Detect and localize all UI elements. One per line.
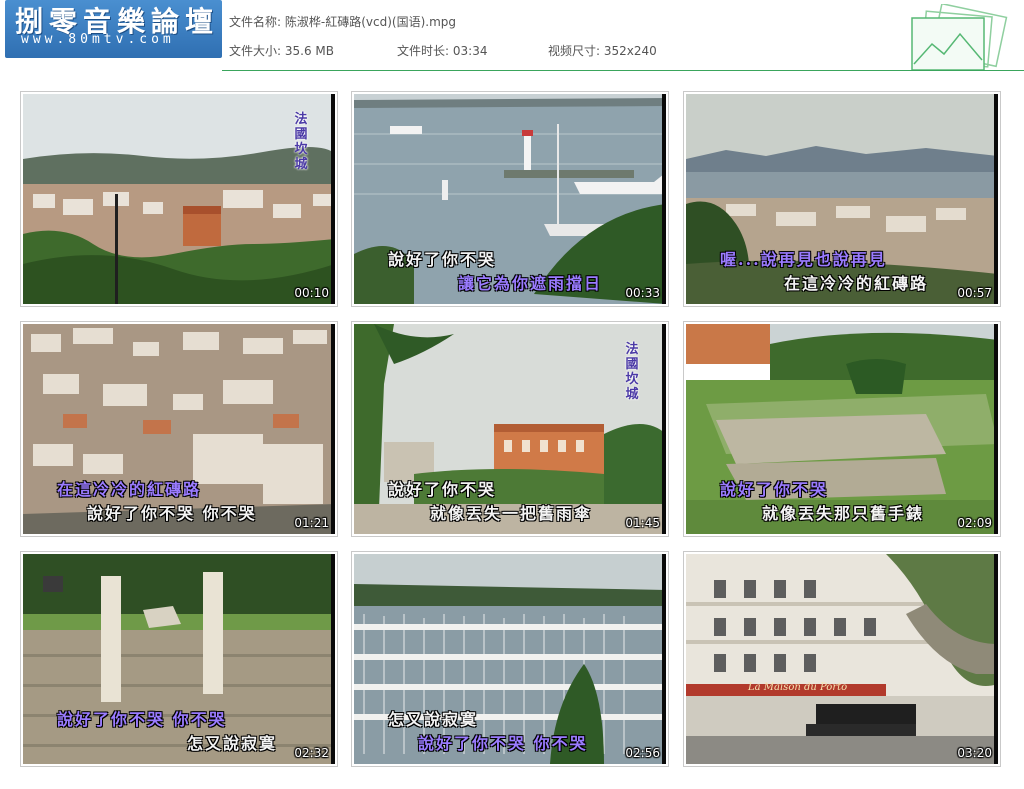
frame-edge: [331, 554, 335, 764]
video-frame: 法國坎城 說好了你不哭 就像丟失一把舊雨傘 01:45: [354, 324, 666, 534]
video-frame: 在這冷冷的紅磚路 說好了你不哭 你不哭 01:21: [23, 324, 335, 534]
thumbnail-2[interactable]: 說好了你不哭 讓它為你遮雨擋日 00:33: [351, 91, 669, 307]
thumbnail-1[interactable]: 法國坎城 00:10: [20, 91, 338, 307]
timecode: 01:45: [625, 516, 660, 530]
photo-stack-icon: [911, 4, 1008, 70]
header-divider: [222, 70, 1024, 71]
timecode: 02:09: [957, 516, 992, 530]
duration-label: 文件时长:: [397, 44, 450, 58]
subtitle-line-2: 說好了你不哭 你不哭: [87, 504, 257, 523]
forum-logo: 捌零音樂論壇 www.80mtv.com: [5, 0, 222, 58]
subtitle-line-2: 就像丟失一把舊雨傘: [430, 504, 593, 523]
file-name-label: 文件名称:: [229, 15, 282, 29]
file-info-header: 捌零音樂論壇 www.80mtv.com 文件名称: 陈淑桦-紅磚路(vcd)(…: [0, 0, 1024, 72]
duration-value: 03:34: [452, 44, 488, 58]
thumbnail-3[interactable]: 喔...說再見也說再見 在這冷冷的紅磚路 00:57: [683, 91, 1001, 307]
thumbnail-9[interactable]: La Maison du Porto 03:20: [683, 551, 1001, 767]
subtitle-line-1: 怎又說寂寞: [388, 710, 479, 729]
shop-sign: La Maison du Porto: [748, 682, 848, 693]
thumbnail-8[interactable]: 怎又說寂寞 說好了你不哭 你不哭 02:56: [351, 551, 669, 767]
location-caption: 法國坎城: [625, 342, 639, 402]
thumbnail-4[interactable]: 在這冷冷的紅磚路 說好了你不哭 你不哭 01:21: [20, 321, 338, 537]
dimensions-value: 352x240: [603, 44, 657, 58]
video-frame: La Maison du Porto 03:20: [686, 554, 998, 764]
subtitle-line-1: 說好了你不哭: [388, 250, 497, 269]
file-size-value: 35.6 MB: [284, 44, 334, 58]
thumbnail-5[interactable]: 法國坎城 說好了你不哭 就像丟失一把舊雨傘 01:45: [351, 321, 669, 537]
subtitle-line-1: 喔...說再見也說再見: [720, 250, 887, 269]
video-frame: 說好了你不哭 讓它為你遮雨擋日 00:33: [354, 94, 666, 304]
subtitle-line-1: 說好了你不哭: [388, 480, 497, 499]
video-frame: 說好了你不哭 你不哭 怎又說寂寞 02:32: [23, 554, 335, 764]
subtitle-line-2: 就像丟失那只舊手錶: [762, 504, 925, 523]
timecode: 00:57: [957, 286, 992, 300]
frame-edge: [331, 324, 335, 534]
frame-edge: [994, 324, 998, 534]
timecode: 01:21: [294, 516, 329, 530]
file-size-label: 文件大小:: [229, 44, 282, 58]
frame-edge: [662, 94, 666, 304]
dimensions-row: 视频尺寸: 352x240: [548, 42, 657, 59]
file-size-row: 文件大小: 35.6 MB: [229, 42, 334, 59]
subtitle-line-1: 說好了你不哭: [720, 480, 829, 499]
subtitle-line-1: 在這冷冷的紅磚路: [57, 480, 202, 499]
video-frame: 怎又說寂寞 說好了你不哭 你不哭 02:56: [354, 554, 666, 764]
video-frame: 法國坎城 00:10: [23, 94, 335, 304]
thumbnail-7[interactable]: 說好了你不哭 你不哭 怎又說寂寞 02:32: [20, 551, 338, 767]
timecode: 00:10: [294, 286, 329, 300]
subtitle-line-2: 怎又說寂寞: [187, 734, 278, 753]
timecode: 00:33: [625, 286, 660, 300]
dimensions-label: 视频尺寸:: [548, 44, 601, 58]
timecode: 02:32: [294, 746, 329, 760]
file-name-row: 文件名称: 陈淑桦-紅磚路(vcd)(国语).mpg: [229, 13, 456, 30]
duration-row: 文件时长: 03:34: [397, 42, 487, 59]
file-name-value: 陈淑桦-紅磚路(vcd)(国语).mpg: [284, 15, 456, 29]
timecode: 02:56: [625, 746, 660, 760]
subtitle-line-1: 說好了你不哭 你不哭: [57, 710, 227, 729]
subtitle-line-2: 讓它為你遮雨擋日: [458, 274, 603, 293]
video-frame: 說好了你不哭 就像丟失那只舊手錶 02:09: [686, 324, 998, 534]
frame-edge: [662, 554, 666, 764]
location-caption: 法國坎城: [294, 112, 308, 172]
subtitle-line-2: 在這冷冷的紅磚路: [784, 274, 929, 293]
timecode: 03:20: [957, 746, 992, 760]
thumbnail-6[interactable]: 說好了你不哭 就像丟失那只舊手錶 02:09: [683, 321, 1001, 537]
logo-url: www.80mtv.com: [21, 32, 175, 47]
frame-edge: [331, 94, 335, 304]
frame-edge: [994, 94, 998, 304]
frame-edge: [994, 554, 998, 764]
subtitle-line-2: 說好了你不哭 你不哭: [418, 734, 588, 753]
frame-edge: [662, 324, 666, 534]
video-frame: 喔...說再見也說再見 在這冷冷的紅磚路 00:57: [686, 94, 998, 304]
